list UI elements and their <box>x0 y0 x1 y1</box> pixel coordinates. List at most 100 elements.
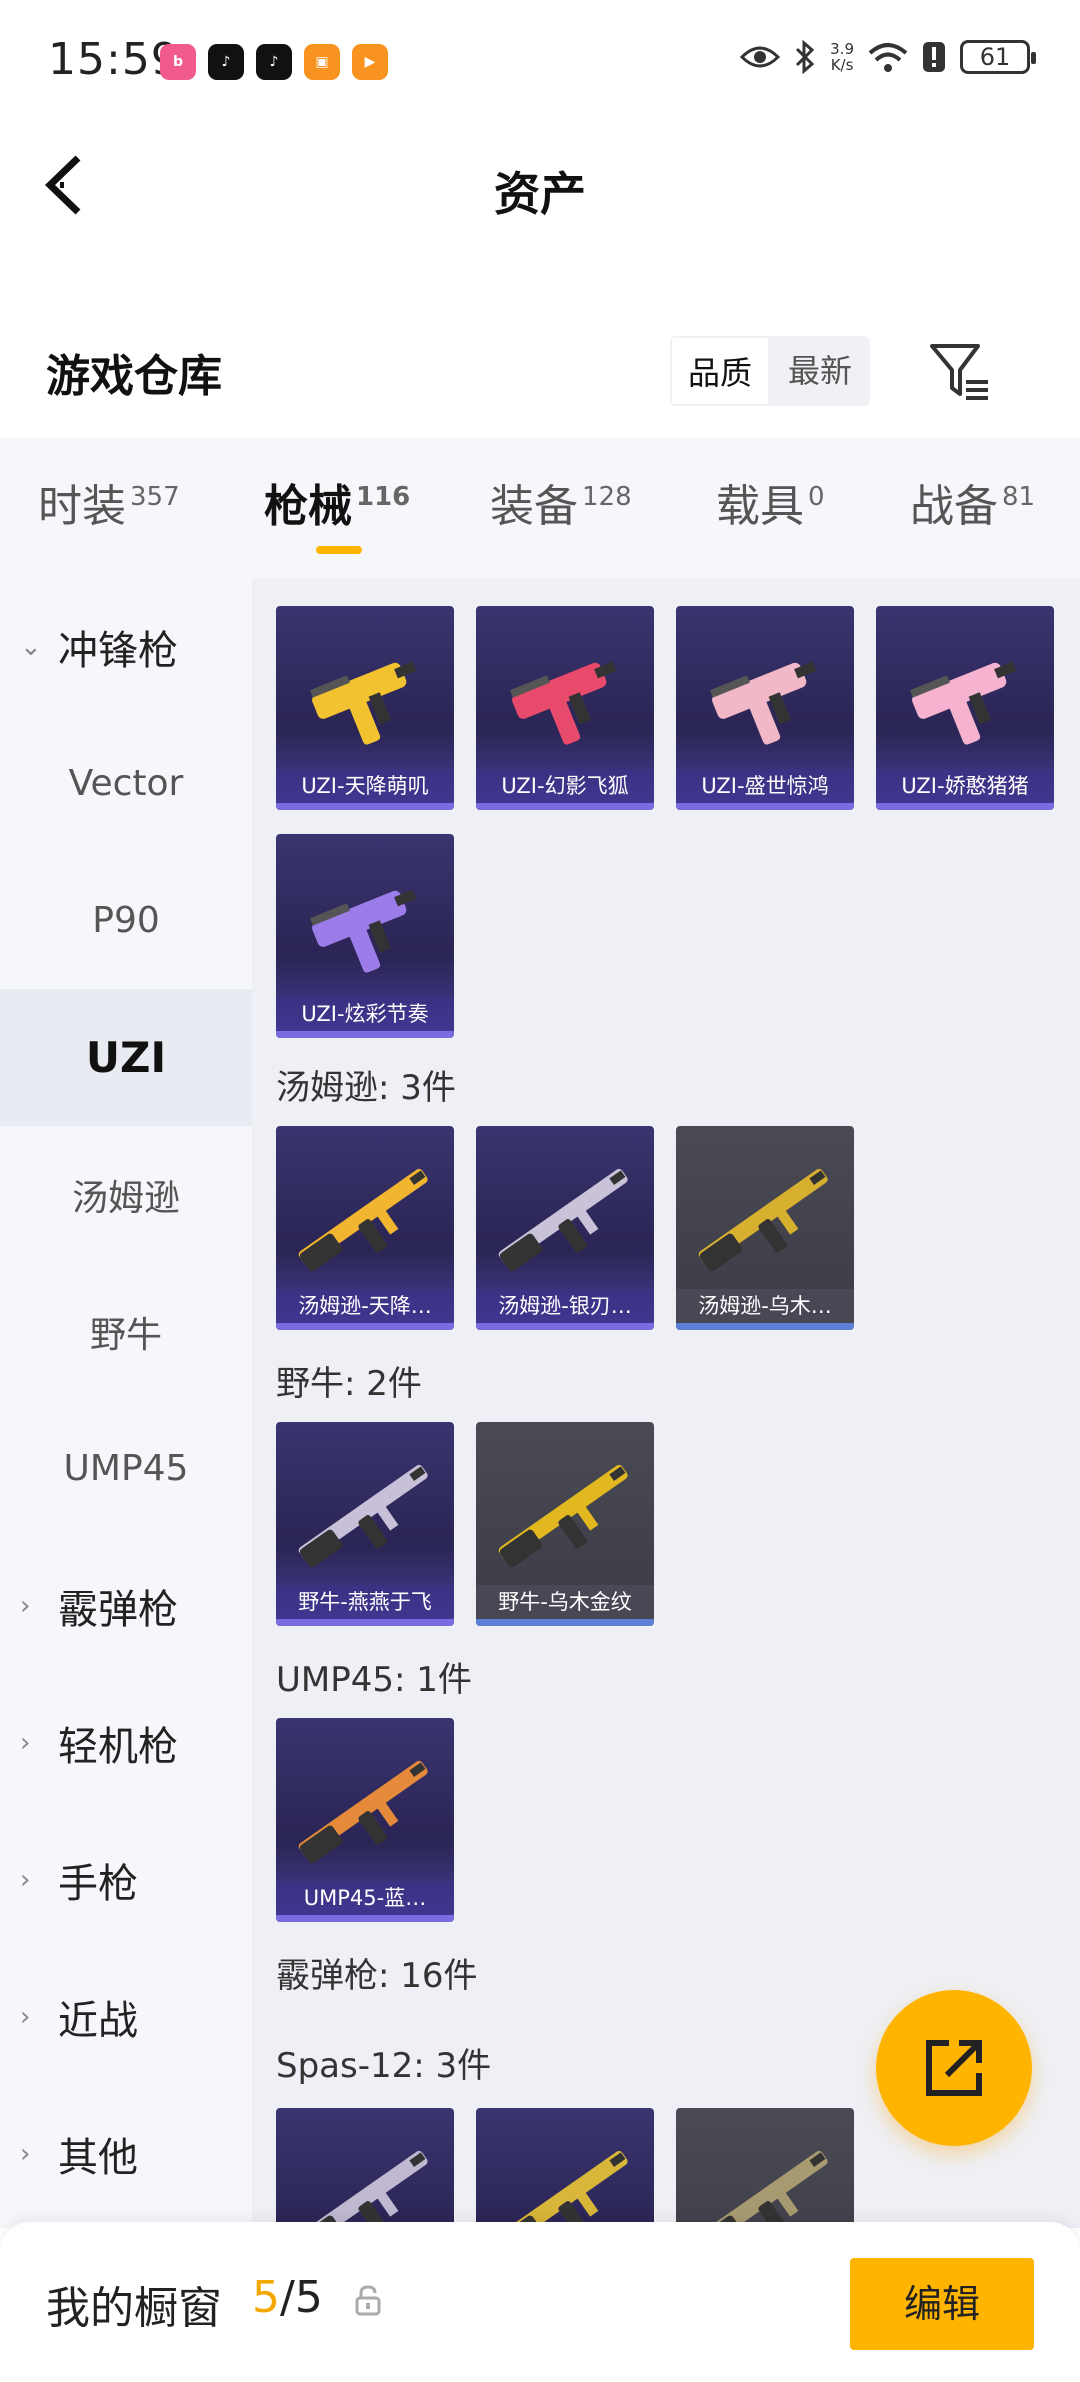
weapon-card[interactable]: 汤姆逊-乌木… <box>676 1126 854 1330</box>
game-icon: ▣ <box>304 44 340 80</box>
lock-icon <box>355 2285 381 2316</box>
weapon-image <box>309 889 417 973</box>
chevron-down-icon: ⌄ <box>20 631 42 662</box>
chevron-right-icon: › <box>20 1727 31 1758</box>
rarity-bar <box>476 1619 654 1626</box>
weapon-card[interactable]: 野牛-燕燕于飞 <box>276 1422 454 1626</box>
weapon-image <box>698 1168 828 1272</box>
tab-equipment[interactable]: 装备 128 <box>490 470 632 534</box>
rarity-bar <box>276 803 454 810</box>
group-header-bizon: 野牛: 2件 <box>276 1364 422 1404</box>
edit-button[interactable]: 编辑 <box>850 2258 1034 2350</box>
page-title: 资产 <box>494 167 586 221</box>
sidebar-item-4[interactable]: 汤姆逊 <box>0 1126 252 1263</box>
weapon-card[interactable]: 汤姆逊-银刃… <box>476 1126 654 1330</box>
tab-battle-gear[interactable]: 战备 81 <box>910 470 1035 534</box>
weapon-card-label: UMP45-蓝… <box>276 1881 454 1915</box>
rarity-bar <box>676 803 854 810</box>
sidebar-item-3[interactable]: UZI <box>0 989 252 1126</box>
sidebar-item-10[interactable]: › 近战 <box>0 1948 252 2085</box>
external-link-icon <box>926 2040 982 2096</box>
group-header-spas12: Spas-12: 3件 <box>276 2046 492 2086</box>
weapon-card[interactable]: 野牛-乌木金纹 <box>476 1422 654 1626</box>
weapon-card[interactable]: 汤姆逊-天降… <box>276 1126 454 1330</box>
status-bar: 15:59 b ♪ ♪ ▣ ▶ 3.9 K/s 61 <box>0 0 1080 125</box>
rarity-bar <box>276 1031 454 1038</box>
weapon-image <box>298 1464 428 1568</box>
sidebar-item-9[interactable]: › 手枪 <box>0 1811 252 1948</box>
chevron-right-icon: › <box>20 1864 31 1895</box>
weapon-image <box>298 1168 428 1272</box>
weapon-card[interactable]: UZI-幻影飞狐 <box>476 606 654 810</box>
weapon-card[interactable]: UZI-炫彩节奏 <box>276 834 454 1038</box>
bilibili-icon: b <box>160 44 196 80</box>
weapon-card-label: 野牛-乌木金纹 <box>476 1585 654 1619</box>
chevron-right-icon: › <box>20 2001 31 2032</box>
sort-by-newest-button[interactable]: 最新 <box>770 336 870 406</box>
weapon-card-label: UZI-炫彩节奏 <box>276 997 454 1031</box>
weapon-card-label: UZI-盛世惊鸿 <box>676 769 854 803</box>
sidebar-item-label: P90 <box>92 900 160 941</box>
weapon-card[interactable]: UZI-盛世惊鸿 <box>676 606 854 810</box>
sidebar-item-label: UMP45 <box>63 1448 189 1489</box>
chevron-right-icon: › <box>20 2138 31 2169</box>
sidebar-item-label: UZI <box>85 1033 167 1082</box>
tab-fashion[interactable]: 时装 357 <box>38 470 180 534</box>
app-root: 15:59 b ♪ ♪ ▣ ▶ 3.9 K/s 61 资产 游戏仓库 品质 最新 时装 3… <box>0 0 1080 2382</box>
network-speed: 3.9 K/s <box>830 40 854 74</box>
tiktok-icon: ♪ <box>256 44 292 80</box>
chevron-right-icon: › <box>20 1590 31 1621</box>
alert-icon <box>923 42 945 72</box>
weapon-card[interactable]: UZI-娇憨猪猪 <box>876 606 1054 810</box>
tab-firearms[interactable]: 枪械 116 <box>264 470 410 534</box>
weapon-card[interactable] <box>276 2108 454 2228</box>
sidebar-item-label: 汤姆逊 <box>71 1177 180 1219</box>
share-fab-button[interactable] <box>876 1990 1032 2146</box>
weapon-image <box>509 661 617 745</box>
sort-by-quality-button[interactable]: 品质 <box>670 336 770 406</box>
weapon-card[interactable] <box>676 2108 854 2228</box>
weapon-card-label: UZI-娇憨猪猪 <box>876 769 1054 803</box>
sidebar-item-5[interactable]: 野牛 <box>0 1263 252 1400</box>
eye-icon <box>740 46 781 68</box>
showcase-bar: 我的橱窗 5/5 编辑 <box>0 2222 1080 2382</box>
weapon-image <box>698 2150 828 2228</box>
bluetooth-icon <box>796 40 815 74</box>
sidebar-item-label: 冲锋枪 <box>58 627 178 674</box>
weapon-image <box>298 1760 428 1864</box>
sidebar-item-1[interactable]: Vector <box>0 715 252 852</box>
rarity-bar <box>476 1323 654 1330</box>
rarity-bar <box>276 1915 454 1922</box>
tiktok-icon: ♪ <box>208 44 244 80</box>
weapon-card[interactable]: UMP45-蓝… <box>276 1718 454 1922</box>
weapon-card[interactable]: UZI-天降萌叽 <box>276 606 454 810</box>
sidebar-item-11[interactable]: › 其他 <box>0 2085 252 2222</box>
rarity-bar <box>676 1323 854 1330</box>
sidebar-item-8[interactable]: › 轻机枪 <box>0 1674 252 1811</box>
weapon-image <box>298 2150 428 2228</box>
sidebar-item-7[interactable]: › 霰弹枪 <box>0 1537 252 1674</box>
weapon-card-label: 野牛-燕燕于飞 <box>276 1585 454 1619</box>
group-header-ump45: UMP45: 1件 <box>276 1660 472 1700</box>
group-header-shotgun: 霰弹枪: 16件 <box>276 1956 478 1996</box>
sidebar-item-0[interactable]: ⌄ 冲锋枪 <box>0 578 252 715</box>
weapon-image <box>909 661 1017 745</box>
weapon-image <box>309 661 417 745</box>
weapon-card-label: UZI-天降萌叽 <box>276 769 454 803</box>
weapon-type-sidebar: ⌄ 冲锋枪 Vector P90 UZI 汤姆逊 野牛 UMP45 › 霰弹枪 › 轻机枪 › 手枪 › 近战… <box>0 578 252 2228</box>
filter-icon[interactable] <box>928 340 992 404</box>
sidebar-item-2[interactable]: P90 <box>0 852 252 989</box>
sidebar-item-label: 手枪 <box>58 1860 138 1907</box>
sidebar-item-6[interactable]: UMP45 <box>0 1400 252 1537</box>
sidebar-item-label: 轻机枪 <box>58 1723 178 1770</box>
weapon-card[interactable] <box>476 2108 654 2228</box>
video-app-icon: ▶ <box>352 44 388 80</box>
weapon-image <box>498 1464 628 1568</box>
wifi-icon <box>868 43 908 72</box>
showcase-count: 5/5 <box>252 2272 323 2323</box>
weapon-card-label: 汤姆逊-银刃… <box>476 1289 654 1323</box>
sidebar-item-label: 近战 <box>58 1997 138 2044</box>
tab-vehicles[interactable]: 载具 0 <box>716 470 825 534</box>
system-icons: 3.9 K/s 61 <box>740 40 1036 74</box>
group-header-thompson: 汤姆逊: 3件 <box>276 1068 456 1108</box>
